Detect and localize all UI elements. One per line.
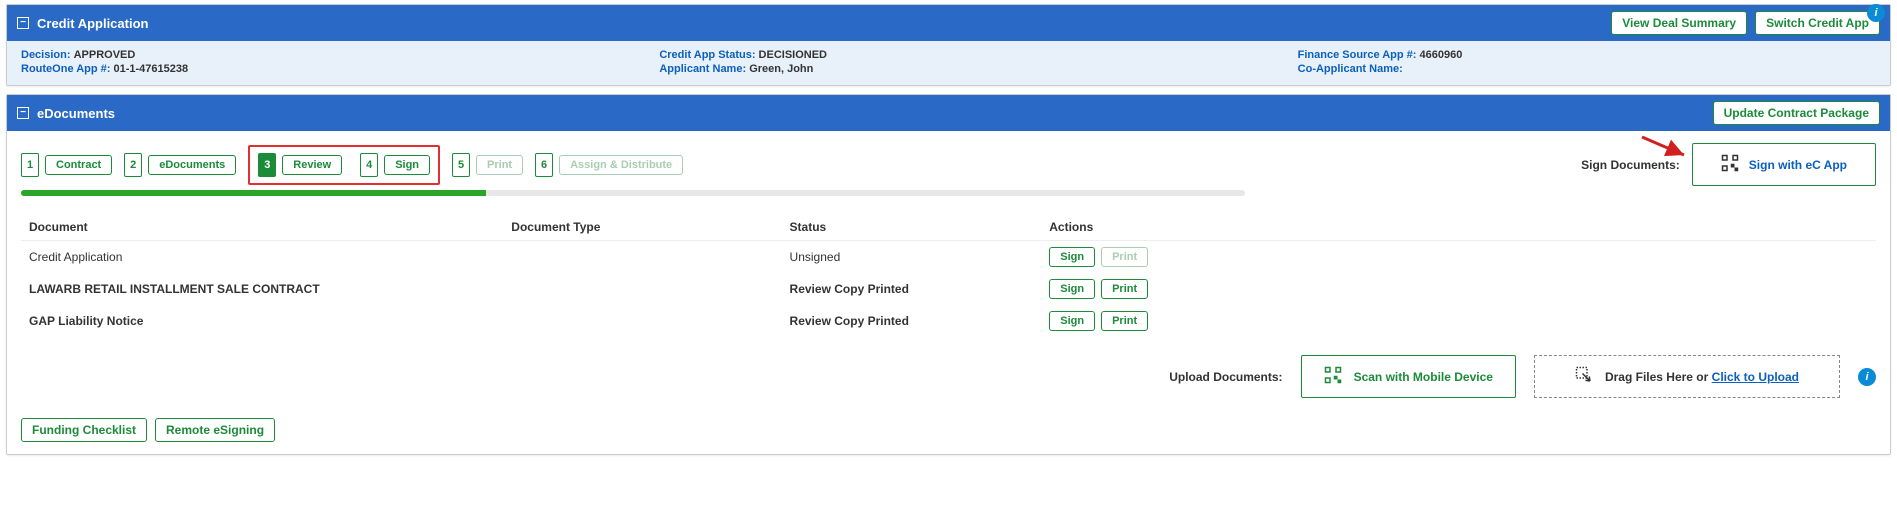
panel-title: Credit Application <box>37 16 148 31</box>
step-5-number: 5 <box>452 153 470 177</box>
drag-icon <box>1575 366 1593 387</box>
print-button: Print <box>1101 247 1148 267</box>
collapse-icon[interactable]: − <box>17 17 29 29</box>
print-button[interactable]: Print <box>1101 279 1148 299</box>
click-to-upload-link[interactable]: Click to Upload <box>1712 370 1799 384</box>
info-icon[interactable]: i <box>1858 368 1876 386</box>
collapse-icon[interactable]: − <box>17 107 29 119</box>
doc-status: Review Copy Printed <box>782 305 1042 337</box>
doc-actions: Sign Print <box>1041 273 1876 305</box>
col-status: Status <box>782 214 1042 241</box>
doc-status: Review Copy Printed <box>782 273 1042 305</box>
edocuments-panel: − eDocuments Update Contract Package 1 C… <box>6 94 1891 455</box>
finance-source-label: Finance Source App #: <box>1298 49 1417 61</box>
sign-button[interactable]: Sign <box>1049 247 1095 267</box>
doc-actions: Sign Print <box>1041 241 1876 274</box>
panel-title: eDocuments <box>37 106 115 121</box>
doc-name: GAP Liability Notice <box>21 305 503 337</box>
table-row: Credit Application Unsigned Sign Print <box>21 241 1876 274</box>
upload-documents-row: Upload Documents: Scan with Mobile Devic… <box>21 355 1876 398</box>
applicant-name-label: Applicant Name: <box>659 63 746 75</box>
funding-checklist-button[interactable]: Funding Checklist <box>21 418 147 442</box>
drop-upload-zone[interactable]: Drag Files Here or Click to Upload <box>1534 355 1840 398</box>
doc-status: Unsigned <box>782 241 1042 274</box>
doc-type <box>503 241 781 274</box>
step-2-number: 2 <box>124 153 142 177</box>
routeone-value: 01-1-47615238 <box>114 63 189 75</box>
table-row: GAP Liability NoticeReview Copy PrintedS… <box>21 305 1876 337</box>
view-deal-summary-button[interactable]: View Deal Summary <box>1611 11 1747 35</box>
doc-type <box>503 273 781 305</box>
sign-documents-label: Sign Documents: <box>1581 158 1680 172</box>
credit-app-info: Decision: APPROVED RouteOne App #: 01-1-… <box>7 41 1890 85</box>
sign-with-ec-app-button[interactable]: Sign with eC App <box>1692 143 1876 186</box>
documents-table: Document Document Type Status Actions Cr… <box>21 214 1876 337</box>
doc-name: LAWARB RETAIL INSTALLMENT SALE CONTRACT <box>21 273 503 305</box>
step-contract-button[interactable]: Contract <box>45 155 112 175</box>
scan-mobile-label: Scan with Mobile Device <box>1354 370 1493 384</box>
step-edocuments-button[interactable]: eDocuments <box>148 155 236 175</box>
drop-prefix: Drag Files Here or <box>1605 370 1712 384</box>
step-review-button[interactable]: Review <box>282 155 342 175</box>
print-button[interactable]: Print <box>1101 311 1148 331</box>
routeone-label: RouteOne App #: <box>21 63 110 75</box>
col-document: Document <box>21 214 503 241</box>
applicant-name-value: Green, John <box>749 63 813 75</box>
step-assign-distribute-button: Assign & Distribute <box>559 155 683 175</box>
sign-button[interactable]: Sign <box>1049 279 1095 299</box>
credit-application-panel: − Credit Application View Deal Summary S… <box>6 4 1891 86</box>
sign-with-ec-app-label: Sign with eC App <box>1749 158 1847 172</box>
creditapp-status-label: Credit App Status: <box>659 49 755 61</box>
col-document-type: Document Type <box>503 214 781 241</box>
qr-icon <box>1721 154 1739 175</box>
col-actions: Actions <box>1041 214 1876 241</box>
decision-value: APPROVED <box>74 49 136 61</box>
credit-application-header: − Credit Application View Deal Summary S… <box>7 5 1890 41</box>
sign-button[interactable]: Sign <box>1049 311 1095 331</box>
step-4-number: 4 <box>360 153 378 177</box>
highlighted-steps: 3 Review 4 Sign <box>248 145 440 185</box>
coapplicant-label: Co-Applicant Name: <box>1298 63 1403 75</box>
scan-mobile-button[interactable]: Scan with Mobile Device <box>1301 355 1516 398</box>
upload-documents-label: Upload Documents: <box>1169 370 1282 384</box>
progress-bar <box>21 190 1245 196</box>
remote-esigning-button[interactable]: Remote eSigning <box>155 418 275 442</box>
finance-source-value: 4660960 <box>1420 49 1463 61</box>
info-icon[interactable]: i <box>1867 4 1885 22</box>
table-row: LAWARB RETAIL INSTALLMENT SALE CONTRACT R… <box>21 273 1876 305</box>
update-contract-package-button[interactable]: Update Contract Package <box>1713 101 1880 125</box>
creditapp-status-value: DECISIONED <box>759 49 827 61</box>
workflow-steps: 1 Contract 2 eDocuments 3 Review 4 Sign … <box>21 143 1876 186</box>
step-sign-button[interactable]: Sign <box>384 155 430 175</box>
decision-label: Decision: <box>21 49 71 61</box>
step-print-button: Print <box>476 155 523 175</box>
step-6-number: 6 <box>535 153 553 177</box>
step-1-number: 1 <box>21 153 39 177</box>
step-3-number: 3 <box>258 153 276 177</box>
edocuments-header: − eDocuments Update Contract Package <box>7 95 1890 131</box>
qr-icon <box>1324 366 1342 387</box>
switch-credit-app-button[interactable]: Switch Credit App <box>1755 11 1880 35</box>
doc-type <box>503 305 781 337</box>
doc-actions: Sign Print <box>1041 305 1876 337</box>
doc-name: Credit Application <box>21 241 503 274</box>
